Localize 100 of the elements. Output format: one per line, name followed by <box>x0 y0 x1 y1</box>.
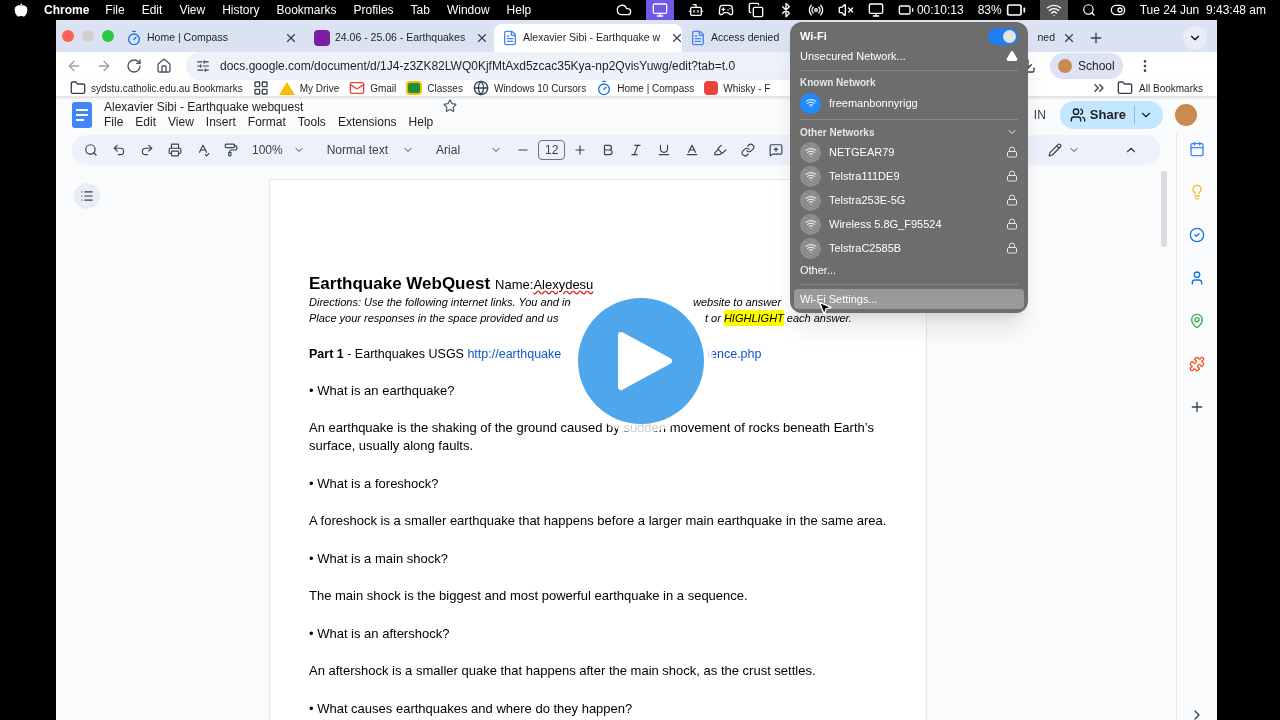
link-text[interactable]: http://earthquake <box>467 345 562 362</box>
bold-icon[interactable] <box>601 143 616 157</box>
directions-text: each answer. <box>786 311 852 326</box>
control-center-icon[interactable] <box>1109 2 1126 18</box>
broadcast-icon[interactable] <box>807 2 824 18</box>
share-button[interactable]: Share <box>1059 101 1163 129</box>
mute-icon[interactable] <box>837 2 854 18</box>
star-icon[interactable] <box>443 99 458 113</box>
network-name[interactable]: NETGEAR79 <box>829 143 998 161</box>
menu-item[interactable]: Edit <box>135 113 157 130</box>
paint-format-icon[interactable] <box>224 143 238 157</box>
search-icon[interactable] <box>1081 3 1096 17</box>
profile-button[interactable]: School <box>1050 53 1123 79</box>
wifi-toggle[interactable] <box>988 27 1018 45</box>
menu-item[interactable]: Tools <box>297 113 326 130</box>
calendar-icon[interactable] <box>1189 141 1205 157</box>
network-name[interactable]: Telstra111DE9 <box>829 167 998 185</box>
menu-item[interactable]: View <box>179 1 206 19</box>
bookmark-item[interactable]: Classes <box>406 80 463 96</box>
docs-logo-icon[interactable] <box>72 102 92 128</box>
bookmark-item[interactable]: Home | Compass <box>596 80 695 96</box>
bookmark-item[interactable]: sydstu.catholic.edu.au Bookmarks <box>70 80 243 96</box>
text-color-icon[interactable] <box>685 143 700 157</box>
menu-item[interactable]: File <box>104 113 124 130</box>
menu-item[interactable]: Edit <box>141 1 163 19</box>
tasks-icon[interactable] <box>1189 227 1205 243</box>
add-icon[interactable] <box>1189 399 1205 415</box>
reload-icon[interactable] <box>126 58 142 74</box>
directions-text: Place your responses in the space provided and us <box>309 312 559 324</box>
menu-item[interactable]: Window <box>446 1 490 19</box>
highlighted-text: HIGHLIGHT <box>723 310 784 326</box>
robot-icon[interactable] <box>687 2 704 18</box>
menu-item[interactable]: File <box>105 1 125 19</box>
menu-item[interactable]: Help <box>506 1 532 19</box>
style-select[interactable]: Normal text <box>326 141 415 159</box>
add-on-icon[interactable] <box>1189 356 1205 372</box>
browser-tab[interactable]: 24.06 - 25.06 - Earthquakes <box>306 24 494 52</box>
part-text: - Earthquakes USGS <box>346 346 465 362</box>
browser-tab[interactable]: Alexavier Sibi - Earthquake w <box>494 24 682 52</box>
bookmark-item[interactable]: Windows 10 Cursors <box>472 80 587 96</box>
link-icon[interactable] <box>741 143 756 157</box>
undo-icon[interactable] <box>112 143 126 157</box>
network-name[interactable]: Telstra253E-5G <box>829 191 998 209</box>
gamepad-icon[interactable] <box>717 2 734 18</box>
clock-text[interactable]: Tue 24 Jun 9:43:48 am <box>1139 1 1266 19</box>
menu-item[interactable]: Bookmarks <box>276 1 337 19</box>
battery-percentage[interactable]: 83% <box>977 1 1002 19</box>
contacts-icon[interactable] <box>1189 270 1205 286</box>
display-icon[interactable] <box>867 2 884 18</box>
comment-icon[interactable] <box>769 143 784 157</box>
wifi-icon[interactable] <box>1039 0 1068 20</box>
apps-icon[interactable] <box>252 80 269 96</box>
underline-icon[interactable] <box>657 143 672 157</box>
document-heading: Earthquake WebQuest <box>309 273 491 295</box>
bookmark-item[interactable]: All Bookmarks <box>1117 80 1203 96</box>
spellcheck-icon[interactable] <box>196 143 210 157</box>
menu-item[interactable]: History <box>222 1 260 19</box>
bookmark-item[interactable]: Whisky - F <box>704 80 771 96</box>
menu-item[interactable]: Help <box>408 113 434 130</box>
browser-tab[interactable]: Home | Compass <box>118 24 306 52</box>
avatar <box>1058 59 1072 73</box>
cloud-icon[interactable] <box>615 2 632 18</box>
app-name[interactable]: Chrome <box>44 1 90 19</box>
avatar[interactable] <box>1175 104 1197 126</box>
outline-button[interactable] <box>74 183 100 209</box>
timer-text[interactable]: 00:10:13 <box>916 1 964 19</box>
print-icon[interactable] <box>168 143 182 157</box>
network-name[interactable]: freemanbonnyrigg <box>829 94 1018 112</box>
menu-item[interactable]: Profiles <box>353 1 394 19</box>
font-size-field[interactable]: 12 <box>538 140 566 160</box>
bookmark-item[interactable]: Gmail <box>349 80 397 96</box>
search-icon[interactable] <box>84 143 98 157</box>
network-name[interactable]: Wireless 5.8G_F95524 <box>829 215 998 233</box>
menu-item[interactable]: Insert <box>205 113 236 130</box>
italic-icon[interactable] <box>629 143 644 157</box>
menu-item[interactable]: Format <box>247 113 286 130</box>
document-icon <box>690 30 706 46</box>
document-title[interactable]: Alexavier Sibi - Earthquake webquest <box>104 100 434 114</box>
scrollbar[interactable] <box>1161 171 1167 247</box>
tab-search-button[interactable] <box>1183 26 1207 50</box>
font-select[interactable]: Arial <box>436 141 503 159</box>
stopwatch-icon <box>126 30 142 46</box>
zoom-select[interactable]: 100% <box>252 141 305 159</box>
link-text[interactable]: ience.php <box>707 345 762 362</box>
pencil-icon[interactable] <box>1048 143 1062 157</box>
tab-title: Alexavier Sibi - Earthquake w <box>523 30 661 46</box>
new-tab-icon[interactable] <box>1088 30 1104 46</box>
map-pin-icon[interactable] <box>1189 313 1205 329</box>
menu-item[interactable]: Tab <box>410 1 430 19</box>
redo-icon[interactable] <box>140 143 154 157</box>
screen-icon[interactable] <box>645 0 674 20</box>
menu-item[interactable]: View <box>168 113 194 130</box>
network-name[interactable]: TelstraC2585B <box>829 239 998 257</box>
menu-item[interactable]: Other... <box>790 260 1028 280</box>
highlighter-icon[interactable] <box>713 143 728 157</box>
close-icon[interactable] <box>1062 31 1076 45</box>
plus-icon[interactable] <box>573 143 588 157</box>
home-icon[interactable] <box>156 58 172 74</box>
menu-item[interactable]: Extensions <box>337 113 397 130</box>
close-icon[interactable] <box>284 31 298 45</box>
